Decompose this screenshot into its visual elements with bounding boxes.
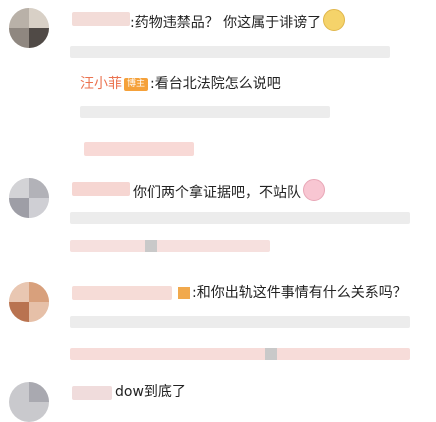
bunny-emoji [303,179,325,201]
commenter-avatar[interactable] [9,8,49,48]
comment-text: dow到底了 [115,384,186,400]
comment-meta-blurred [70,316,410,328]
comment-meta-blurred [70,212,410,224]
view-replies-blurred[interactable] [84,142,194,156]
comment-text: 你们两个拿证据吧，不站队 [133,179,325,203]
commenter-name-blurred[interactable] [72,286,172,300]
reply-text: :看台北法院怎么说吧 [150,76,281,92]
reply-author-name[interactable]: 汪小菲 [80,76,122,92]
view-replies-blurred[interactable] [70,240,270,252]
blur-pixel [145,240,157,252]
face-emoji [323,9,346,31]
commenter-name-blurred[interactable] [72,182,130,196]
comment-text: :药物违禁品？ 你这属于诽谤了 [130,9,346,33]
reply-meta-blurred [80,106,330,118]
view-replies-blurred[interactable] [70,348,410,360]
commenter-name-blurred[interactable] [72,386,112,400]
blur-pixel [265,348,277,360]
commenter-avatar[interactable] [9,282,49,322]
commenter-avatar[interactable] [9,178,49,218]
author-reply: 汪小菲 博主:看台北法院怎么说吧 [80,74,281,94]
badge-icon [178,287,190,299]
comment-meta-blurred [70,46,390,58]
commenter-name-blurred[interactable] [72,12,130,26]
commenter-avatar[interactable] [9,382,49,422]
author-badge: 博主 [124,78,149,91]
comment-text: :和你出轨这件事情有什么关系吗？ [192,285,407,301]
